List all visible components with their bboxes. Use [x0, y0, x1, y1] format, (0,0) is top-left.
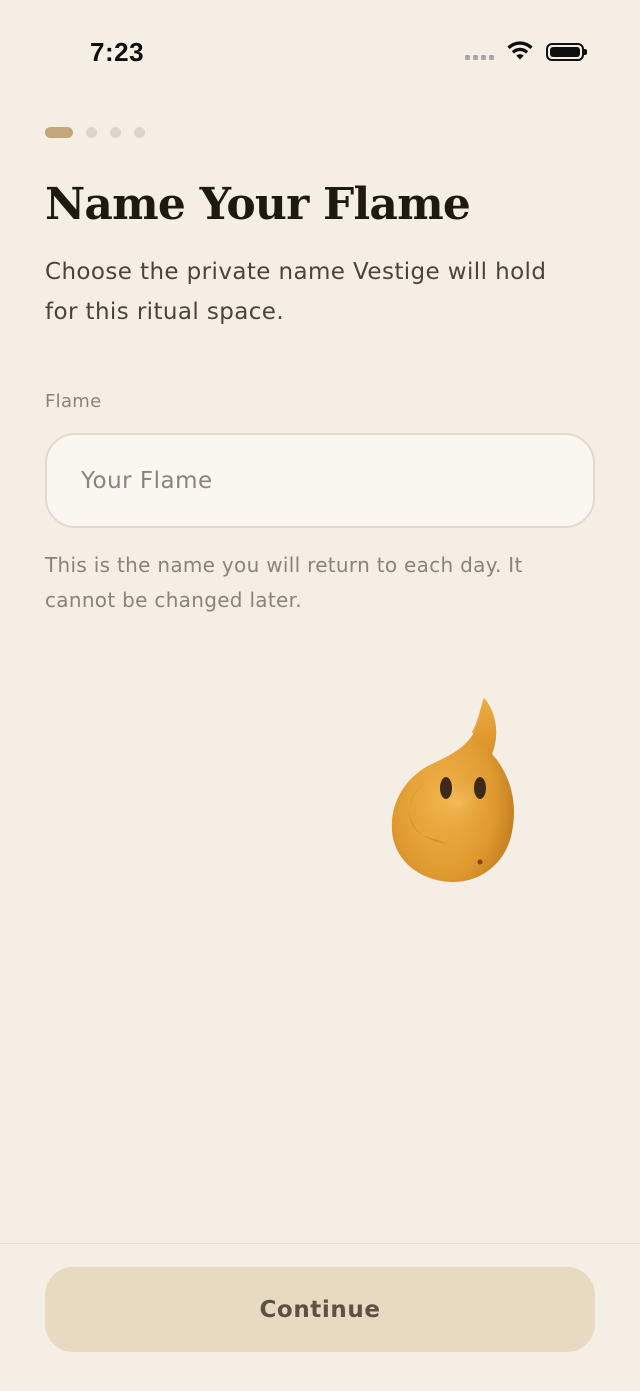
page-subtitle: Choose the private name Vestige will hol…	[45, 259, 547, 325]
onboarding-screen: 7:23 Name Your Flame Choose the private …	[0, 0, 640, 1391]
step-dot	[110, 127, 121, 138]
wifi-icon	[507, 41, 533, 60]
flame-field-label: Flame	[45, 391, 102, 412]
cellular-signal-icon	[465, 54, 494, 60]
step-dot	[86, 127, 97, 138]
flame-field-container[interactable]	[45, 433, 595, 528]
status-time: 7:23	[90, 37, 145, 67]
step-indicator	[45, 127, 145, 138]
flame-helper-text: This is the name you will return to each…	[45, 553, 523, 612]
continue-button[interactable]: Continue	[45, 1267, 595, 1352]
battery-icon	[546, 43, 587, 61]
flame-name-input[interactable]	[47, 435, 593, 526]
footer-divider	[0, 1243, 640, 1244]
status-icons	[465, 40, 587, 64]
step-dot-active	[45, 127, 73, 138]
page-title: Name Your Flame	[45, 179, 471, 230]
flame-mascot-icon	[391, 698, 514, 882]
step-dot	[134, 127, 145, 138]
